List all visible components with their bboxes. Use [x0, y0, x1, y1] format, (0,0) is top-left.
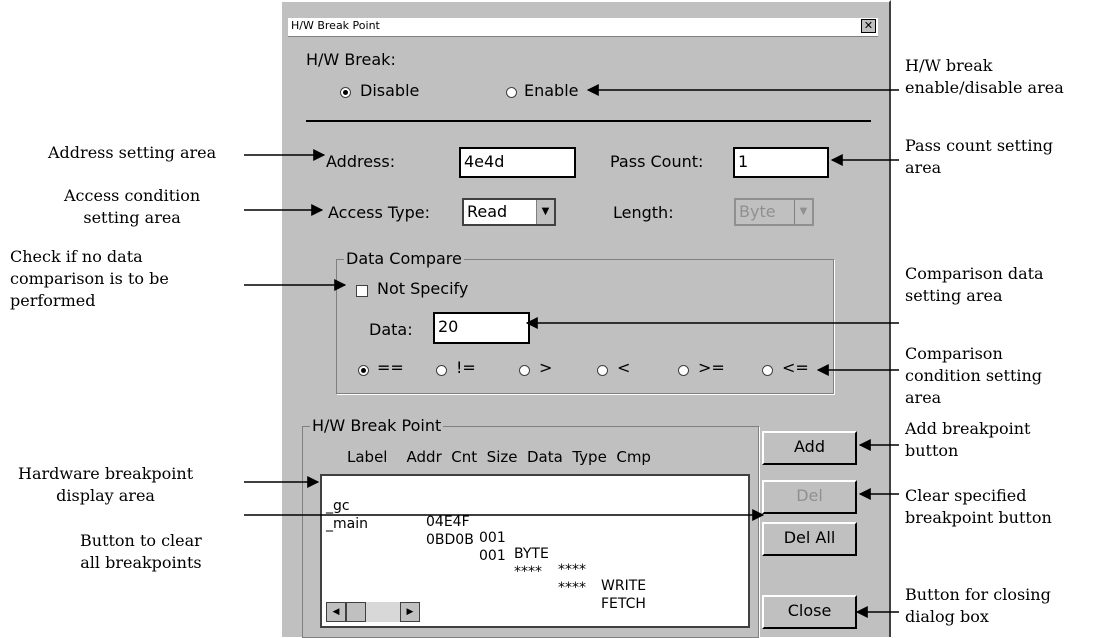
annotation-add-button: Add breakpoint button: [905, 419, 1031, 460]
annotation-clear-all: Button to clear all breakpoints: [80, 531, 202, 572]
annotation-closing: Button for closing dialog box: [905, 585, 1051, 626]
annotation-breakpoint-display: Hardware breakpoint display area: [18, 464, 194, 505]
annotation-comparison-condition: Comparison condition setting area: [905, 344, 1043, 407]
annotation-access-condition: Access condition setting area: [64, 186, 201, 227]
annotation-address: Address setting area: [48, 143, 217, 162]
annotation-hw-break: H/W break enable/disable area: [905, 56, 1064, 97]
annotation-no-data-compare: Check if no data comparison is to be perfo…: [10, 247, 169, 310]
annotation-clear-specified: Clear specified breakpoint button: [905, 486, 1052, 527]
annotation-comparison-data: Comparison data setting area: [905, 264, 1044, 305]
annotation-pass-count: Pass count setting area: [905, 136, 1054, 177]
